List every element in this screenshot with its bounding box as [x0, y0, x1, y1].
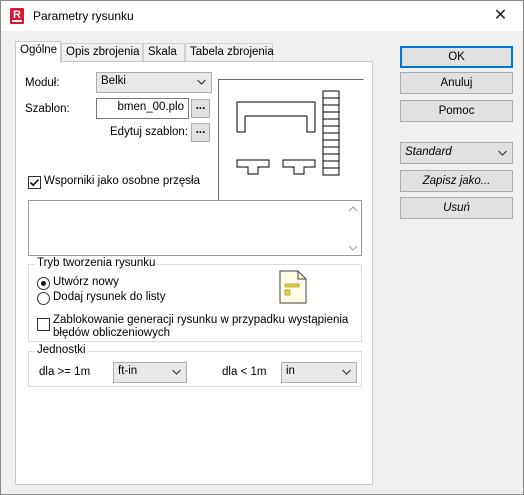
ok-button[interactable]: OK	[400, 46, 513, 68]
close-button[interactable]: ✕	[478, 1, 523, 31]
modul-select[interactable]: Belki	[96, 72, 212, 93]
tab-label: Ogólne	[20, 44, 58, 56]
tab-skala[interactable]: Skala	[143, 43, 185, 62]
radio-create-new-label[interactable]: Utwórz nowy	[53, 276, 119, 288]
tryb-group-title: Tryb tworzenia rysunku	[35, 257, 158, 269]
radio-add-to-list-label[interactable]: Dodaj rysunek do listy	[53, 291, 166, 303]
ok-label: OK	[448, 51, 465, 63]
beam-drawing-preview	[236, 90, 340, 176]
notes-scrollbar[interactable]	[345, 201, 361, 255]
browse-template-button[interactable]: ...	[191, 99, 210, 118]
save-as-button[interactable]: Zapisz jako...	[400, 170, 513, 192]
modul-label: Moduł:	[25, 77, 60, 89]
title-bar[interactable]: R Parametry rysunku ✕	[1, 1, 523, 31]
template-file-icon	[279, 270, 307, 304]
preset-value: Standard	[405, 146, 452, 158]
delete-label: Usuń	[443, 202, 470, 214]
chevron-down-icon	[498, 150, 507, 156]
cancel-button[interactable]: Anuluj	[400, 72, 513, 94]
jednostki-group: Jednostki dla >= 1m ft-in dla < 1m in	[28, 344, 362, 387]
checkmark-icon	[29, 178, 40, 187]
modul-value: Belki	[101, 75, 126, 87]
ellipsis-icon: ...	[195, 100, 206, 112]
template-preview	[218, 79, 364, 205]
help-button[interactable]: Pomoc	[400, 100, 513, 122]
radio-create-new[interactable]	[37, 277, 50, 290]
tab-opis-zbrojenia[interactable]: Opis zbrojenia	[61, 43, 143, 62]
szablon-field[interactable]: bmen_00.plo	[96, 98, 189, 119]
notes-textarea[interactable]	[28, 200, 362, 256]
tab-label: Tabela zbrojenia	[190, 46, 274, 58]
unit-ge-value: ft-in	[118, 365, 138, 377]
wsporniki-checkbox[interactable]	[28, 176, 41, 189]
chevron-down-icon	[197, 79, 206, 85]
tryb-group: Tryb tworzenia rysunku Utwórz nowy Dodaj…	[28, 257, 362, 342]
app-icon: R	[10, 8, 24, 24]
unit-ge-label: dla >= 1m	[39, 366, 91, 378]
chevron-down-icon	[172, 369, 181, 375]
ellipsis-icon: ...	[195, 124, 206, 136]
edytuj-szablon-label: Edytuj szablon:	[110, 126, 188, 138]
szablon-value: bmen_00.plo	[117, 101, 185, 113]
tab-ogolne[interactable]: Ogólne	[15, 41, 61, 63]
szablon-label: Szablon:	[25, 103, 70, 115]
dialog-window: R Parametry rysunku ✕ Ogólne Opis zbroje…	[0, 0, 524, 495]
tab-tabela-zbrojenia[interactable]: Tabela zbrojenia	[185, 43, 274, 62]
delete-preset-button[interactable]: Usuń	[400, 197, 513, 219]
tab-label: Skala	[148, 46, 177, 58]
chevron-down-icon	[342, 369, 351, 375]
window-title: Parametry rysunku	[33, 9, 134, 23]
block-generation-label[interactable]: Zablokowanie generacji rysunku w przypad…	[53, 314, 353, 340]
edit-template-button[interactable]: ...	[191, 123, 210, 142]
save-as-label: Zapisz jako...	[422, 175, 491, 187]
wsporniki-label[interactable]: Wsporniki jako osobne przęsła	[44, 175, 200, 187]
radio-selected-dot	[41, 281, 46, 286]
unit-ge-select[interactable]: ft-in	[113, 362, 187, 383]
tab-label: Opis zbrojenia	[66, 46, 140, 58]
cancel-label: Anuluj	[440, 77, 473, 89]
jednostki-group-title: Jednostki	[35, 344, 88, 356]
scrollbar-arrows	[348, 206, 358, 251]
unit-lt-label: dla < 1m	[222, 366, 267, 378]
radio-add-to-list[interactable]	[37, 292, 50, 305]
tab-panel-general: Moduł: Belki Szablon: bmen_00.plo ... Ed…	[15, 61, 373, 485]
block-generation-checkbox[interactable]	[37, 318, 50, 331]
preset-select[interactable]: Standard	[400, 142, 513, 164]
close-icon: ✕	[493, 7, 508, 24]
help-label: Pomoc	[438, 105, 475, 117]
unit-lt-value: in	[286, 365, 295, 377]
unit-lt-select[interactable]: in	[281, 362, 357, 383]
